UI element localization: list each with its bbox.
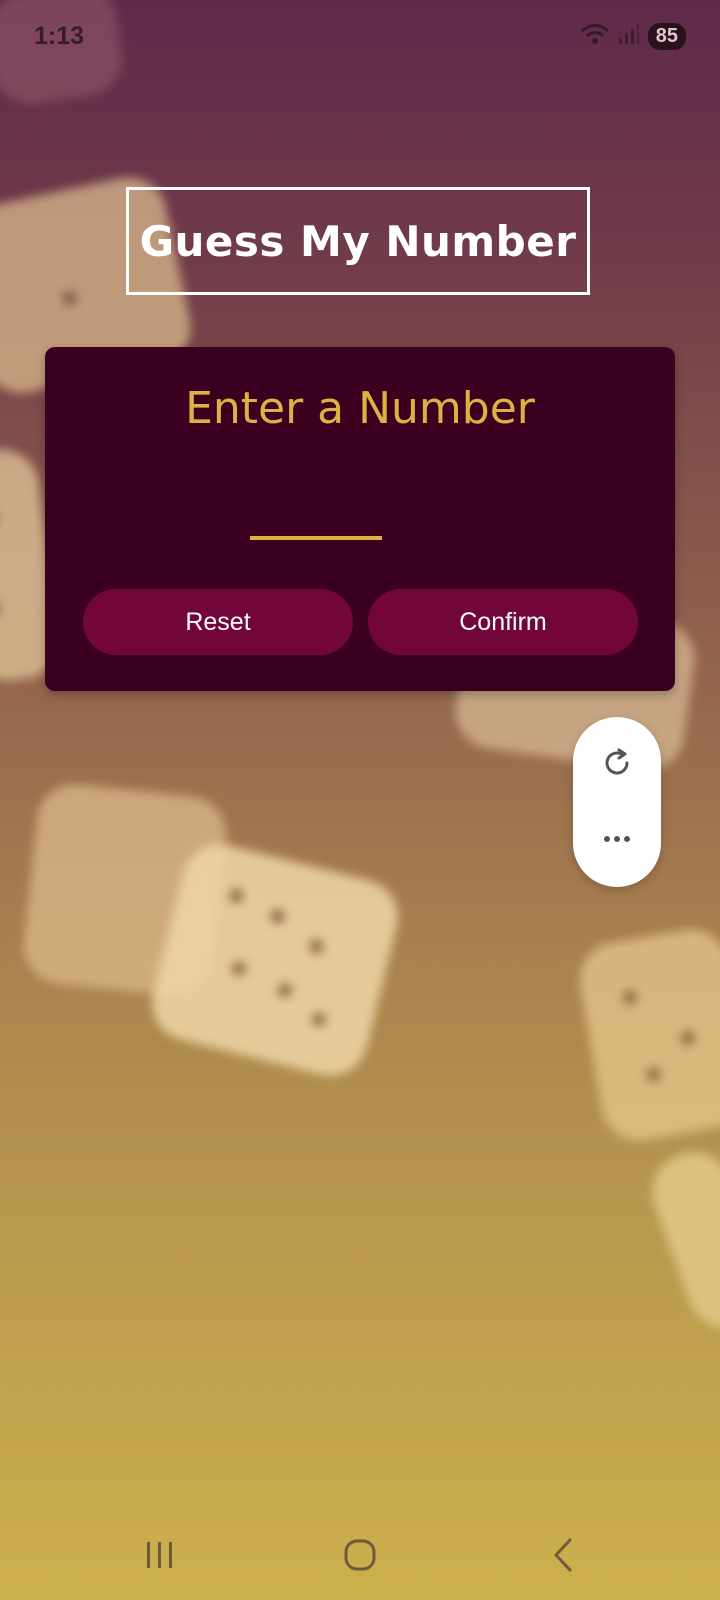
- signal-icon: [618, 23, 640, 50]
- battery-level: 85: [647, 23, 686, 50]
- background-die: [573, 923, 720, 1147]
- nav-bar: [0, 1520, 720, 1590]
- more-icon[interactable]: [595, 817, 639, 861]
- status-time: 1:13: [34, 22, 85, 50]
- page-title: Guess My Number: [139, 216, 577, 266]
- home-icon[interactable]: [330, 1530, 390, 1580]
- wifi-icon: [580, 22, 610, 51]
- card-heading: Enter a Number: [185, 383, 535, 434]
- background-die: [144, 836, 406, 1084]
- confirm-button[interactable]: Confirm: [368, 589, 638, 655]
- recents-icon[interactable]: [130, 1530, 190, 1580]
- title-box: Guess My Number: [126, 187, 590, 295]
- floating-controls: [573, 717, 661, 887]
- status-icons: 85: [580, 22, 686, 51]
- refresh-icon[interactable]: [595, 741, 639, 785]
- number-input[interactable]: [250, 480, 382, 540]
- reset-button[interactable]: Reset: [83, 589, 353, 655]
- background-die: [641, 1141, 720, 1339]
- back-icon[interactable]: [533, 1530, 593, 1580]
- status-bar: 1:13 85: [0, 0, 720, 70]
